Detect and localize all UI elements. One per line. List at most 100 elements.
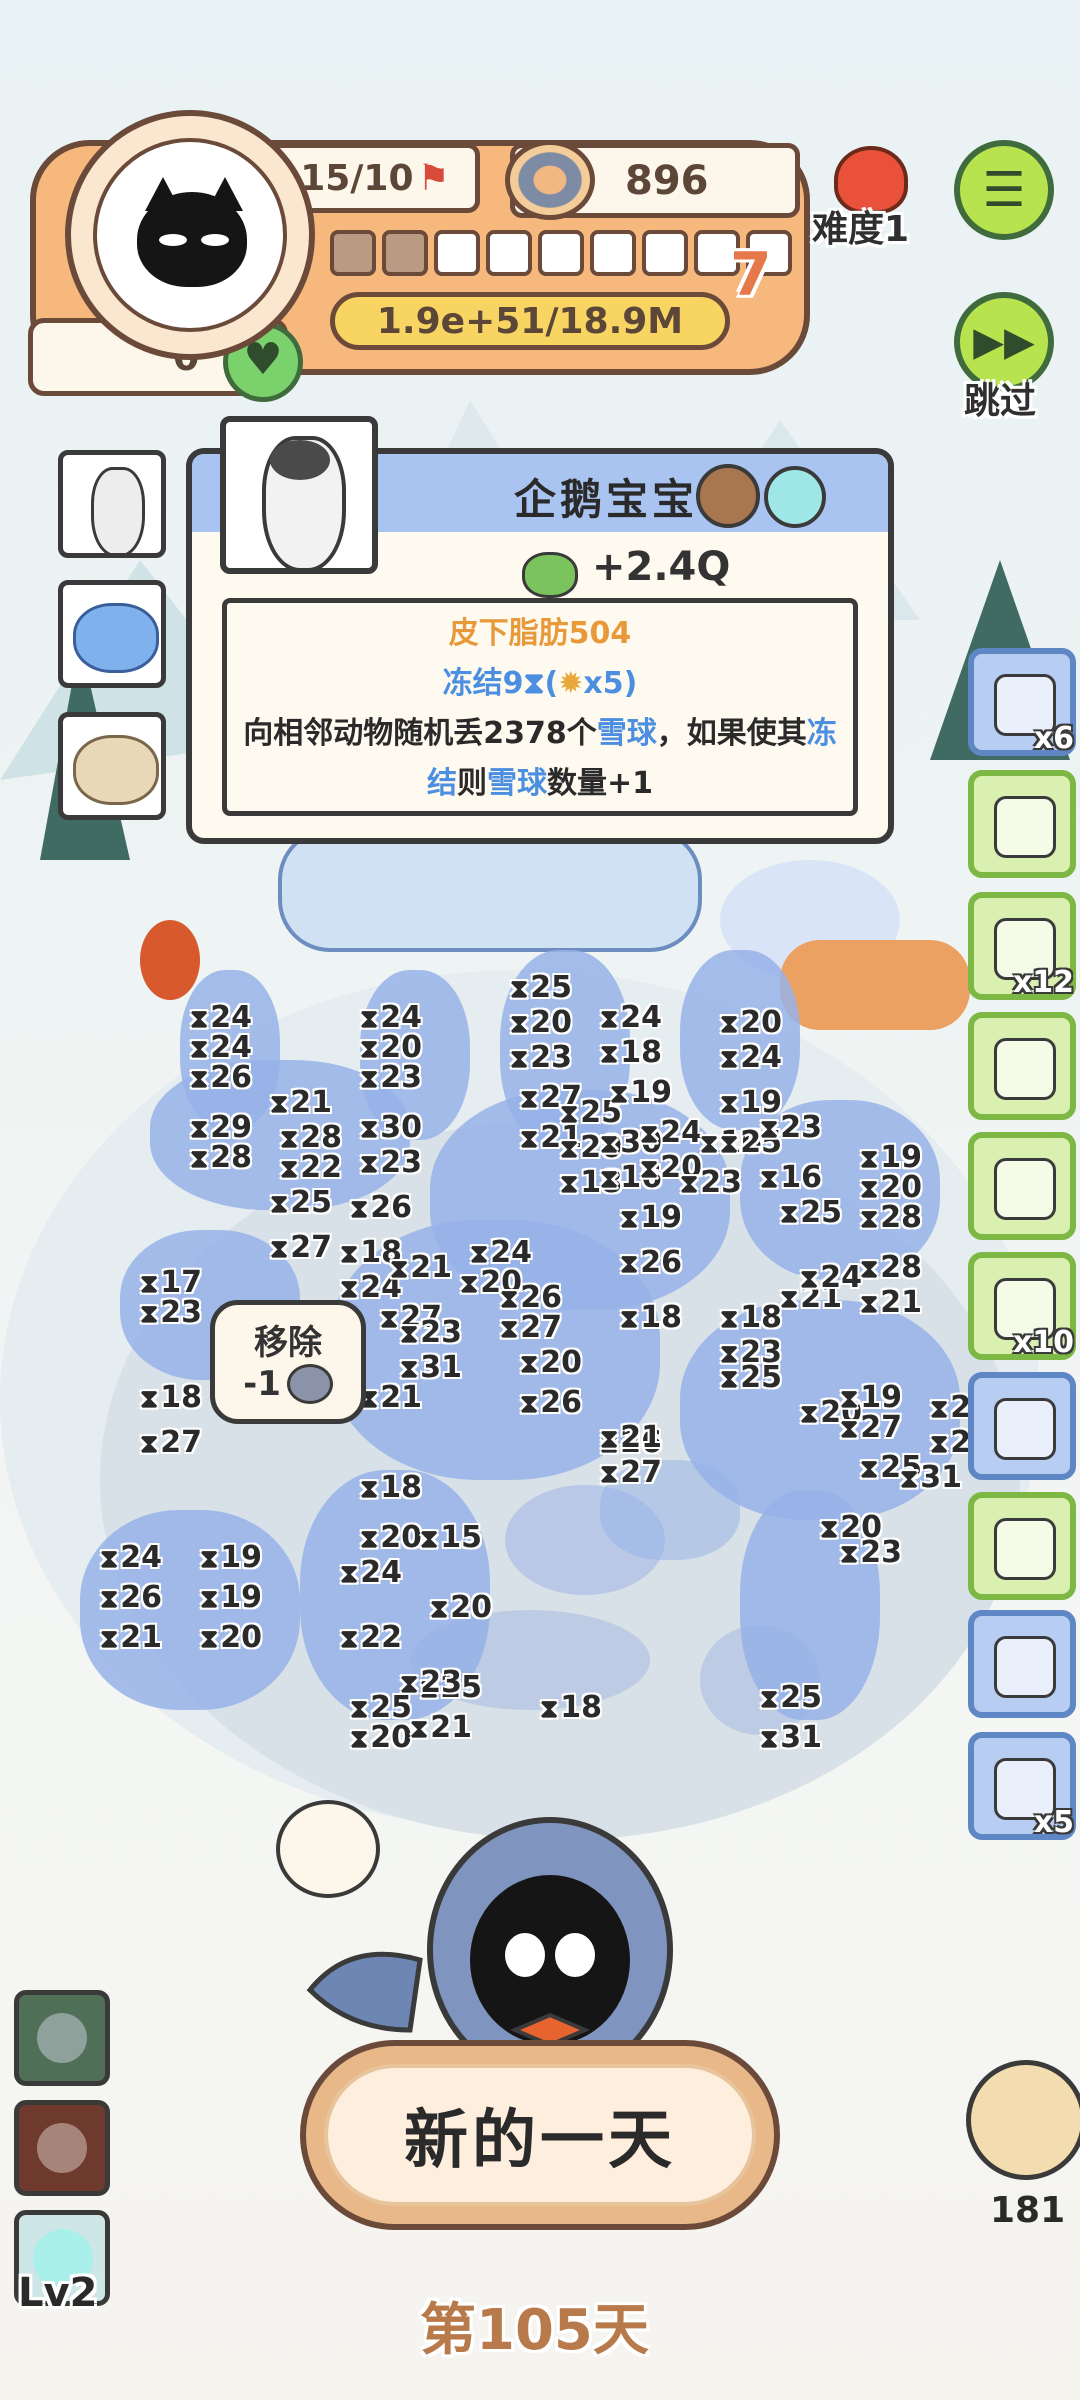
freeze-counter: 24 (800, 1260, 862, 1295)
freeze-counter: 28 (190, 1140, 252, 1175)
freeze-counter: 18 (720, 1300, 782, 1335)
fossil-item-slot[interactable] (58, 712, 166, 820)
freeze-counter: 19 (620, 1200, 682, 1235)
coupon-icon (994, 1636, 1056, 1698)
freeze-counter: 27 (500, 1310, 562, 1345)
freeze-counter: 18 (360, 1470, 422, 1505)
freeze-counter: 23 (360, 1145, 422, 1180)
freeze-counter: 27 (140, 1425, 202, 1460)
player-avatar[interactable] (65, 110, 315, 360)
item-coupon[interactable] (968, 1610, 1076, 1718)
item-count: x6 (1033, 721, 1074, 756)
freeze-keyword-1: 冻 (806, 716, 837, 751)
freeze-counter: 21 (100, 1620, 162, 1655)
player-hud: 15/10 ⚑ 896 7 1.9e+51/18.9M 0 ♥ (28, 110, 810, 402)
progress-cell (382, 230, 428, 276)
sun-badge-icon: ✹ (558, 666, 584, 701)
freeze-counter: 23 (840, 1535, 902, 1570)
animal-portrait (220, 416, 378, 574)
bottom-slot-2[interactable] (14, 2100, 110, 2196)
menu-icon: ☰ (982, 162, 1026, 218)
flag-count-text: 15/10 (300, 157, 414, 199)
freeze-text: 冻结9 (442, 666, 524, 701)
freeze-multiplier: x5 (583, 666, 624, 701)
trait-text: 皮下脂肪504 (448, 616, 632, 651)
freeze-counter: 24 (340, 1555, 402, 1590)
freeze-counter: 28 (860, 1250, 922, 1285)
cat-food-can-icon (286, 1364, 333, 1404)
freeze-counter: 24 (720, 1040, 782, 1075)
penguin-icon (91, 467, 145, 553)
freeze-counter: 15 (420, 1520, 482, 1555)
ticket-icon (994, 1158, 1056, 1220)
desc-text-4: 数量+1 (546, 766, 653, 801)
fossil-stone-icon (73, 735, 159, 805)
freeze-counter: 23 (400, 1665, 462, 1700)
freeze-counter: 25 (760, 1680, 822, 1715)
item-ticket[interactable] (968, 1132, 1076, 1240)
progress-cell (330, 230, 376, 276)
remove-tooltip[interactable]: 移除 -1 (210, 1300, 366, 1424)
desc-text-1: 向相邻动物随机丢2378个 (243, 716, 597, 751)
owl-counter: 181 (990, 2190, 1066, 2231)
freeze-counter: 19 (200, 1580, 262, 1615)
item-refresh-ticket[interactable]: x10 (968, 1252, 1076, 1360)
level-number: 7 (730, 240, 772, 310)
coin-count-text: 896 (625, 157, 709, 204)
freeze-counter: 20 (510, 1005, 572, 1040)
card-icon (994, 1038, 1056, 1100)
penguin-chick-slot[interactable] (58, 450, 166, 558)
ice-block-icon (73, 603, 159, 673)
black-cat-avatar-icon (93, 138, 287, 332)
freeze-counter: 19 (610, 1075, 672, 1110)
item-snow-globe[interactable] (968, 1492, 1076, 1600)
ice-item-slot[interactable] (58, 580, 166, 688)
freeze-keyword-2: 结 (426, 766, 457, 801)
freeze-counter: 21 (360, 1380, 422, 1415)
freeze-counter: 23 (400, 1315, 462, 1350)
animal-name: 企鹅宝宝 (514, 475, 699, 524)
cat-food-can-icon (505, 140, 595, 220)
freeze-counter: 22 (280, 1150, 342, 1185)
freeze-counter: 23 (510, 1040, 572, 1075)
new-day-button[interactable]: 新的一天 (300, 2040, 780, 2230)
owl-icon[interactable] (966, 2060, 1080, 2180)
pig-silhouette-icon (37, 2123, 87, 2173)
freeze-counter: 27 (270, 1230, 332, 1265)
freeze-counter: 24 (600, 1000, 662, 1035)
freeze-counter: 23 (360, 1060, 422, 1095)
skip-label: 跳过 (964, 381, 1037, 422)
menu-button[interactable]: ☰ (954, 140, 1054, 240)
freeze-counter: 31 (900, 1460, 962, 1495)
item-fireplace[interactable]: x6 (968, 648, 1076, 756)
coin-counter: 896 (505, 140, 800, 220)
freeze-counter: 27 (600, 1455, 662, 1490)
freeze-counter: 23 (680, 1165, 742, 1200)
remove-label: 移除 (254, 1323, 322, 1363)
freeze-counter: 23 (720, 1335, 782, 1370)
progress-cell (434, 230, 480, 276)
freeze-counter: 18 (620, 1300, 682, 1335)
freeze-counter: 18 (140, 1380, 202, 1415)
progress-cell (486, 230, 532, 276)
new-day-label: 新的一天 (324, 2064, 756, 2206)
freeze-counter: 26 (520, 1385, 582, 1420)
remove-cost: -1 (243, 1364, 281, 1404)
day-counter: 第105天 (420, 2298, 649, 2363)
freeze-counter: 30 (360, 1110, 422, 1145)
fast-forward-icon: ▶▶ (973, 319, 1035, 365)
water-tag-icon (764, 466, 826, 528)
item-card[interactable] (968, 1012, 1076, 1120)
freeze-counter: 19 (200, 1540, 262, 1575)
freeze-counter: 20 (360, 1520, 422, 1555)
freeze-counter: 18 (600, 1035, 662, 1070)
cat-paw-icon (522, 552, 578, 598)
item-charm-bag[interactable]: x5 (968, 1732, 1076, 1840)
item-count: x5 (1033, 1805, 1074, 1840)
item-snow-globe[interactable] (968, 770, 1076, 878)
toy-mouse-icon (994, 1398, 1056, 1460)
bottom-slot-1[interactable] (14, 1990, 110, 2086)
snowball-keyword: 雪球 (596, 716, 657, 751)
item-toy-mouse[interactable] (968, 1372, 1076, 1480)
item-hot-cocoa[interactable]: x12 (968, 892, 1076, 1000)
